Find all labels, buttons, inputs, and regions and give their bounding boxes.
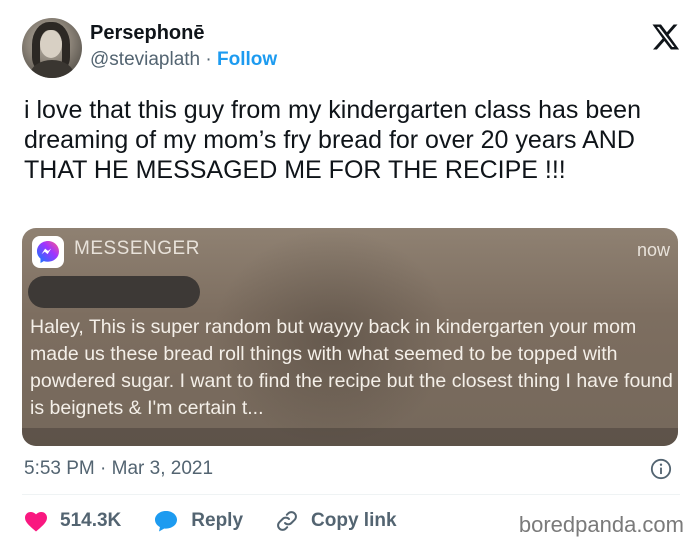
copy-link-label: Copy link <box>311 510 397 531</box>
tweet-header: Persephonē @steviaplath · Follow <box>22 18 682 80</box>
info-icon[interactable] <box>650 458 672 480</box>
watermark: boredpanda.com <box>518 512 684 537</box>
follow-button[interactable]: Follow <box>217 49 277 70</box>
messenger-icon <box>32 236 64 268</box>
tweet-text: i love that this guy from my kindergarte… <box>24 96 641 184</box>
copy-link-button[interactable]: Copy link <box>275 509 397 533</box>
notification-screenshot[interactable]: MESSENGER now Haley, This is super rando… <box>22 228 678 446</box>
avatar[interactable] <box>22 18 82 78</box>
link-icon <box>277 511 297 531</box>
action-bar: 514.3K Reply Copy link <box>24 508 429 534</box>
notification-app-name: MESSENGER <box>74 238 200 259</box>
redacted-sender <box>28 276 200 308</box>
divider <box>22 494 680 495</box>
reply-label: Reply <box>191 510 244 531</box>
reply-bubble-icon <box>155 511 178 532</box>
like-button[interactable]: 514.3K <box>24 510 121 532</box>
author-handle-row: @steviaplath · Follow <box>90 49 277 71</box>
handle-separator: · <box>205 49 212 70</box>
author-handle[interactable]: @steviaplath <box>90 49 200 70</box>
notification-time: now <box>636 240 670 260</box>
notification-body: Haley, This is super random but wayyy ba… <box>30 316 673 419</box>
reply-button[interactable]: Reply <box>153 509 243 533</box>
author-name[interactable]: Persephonē <box>90 22 204 45</box>
tweet-timestamp[interactable]: 5:53 PM · Mar 3, 2021 <box>24 458 213 480</box>
like-count: 514.3K <box>60 510 122 531</box>
heart-icon <box>25 512 47 532</box>
x-logo-icon[interactable] <box>650 22 680 52</box>
